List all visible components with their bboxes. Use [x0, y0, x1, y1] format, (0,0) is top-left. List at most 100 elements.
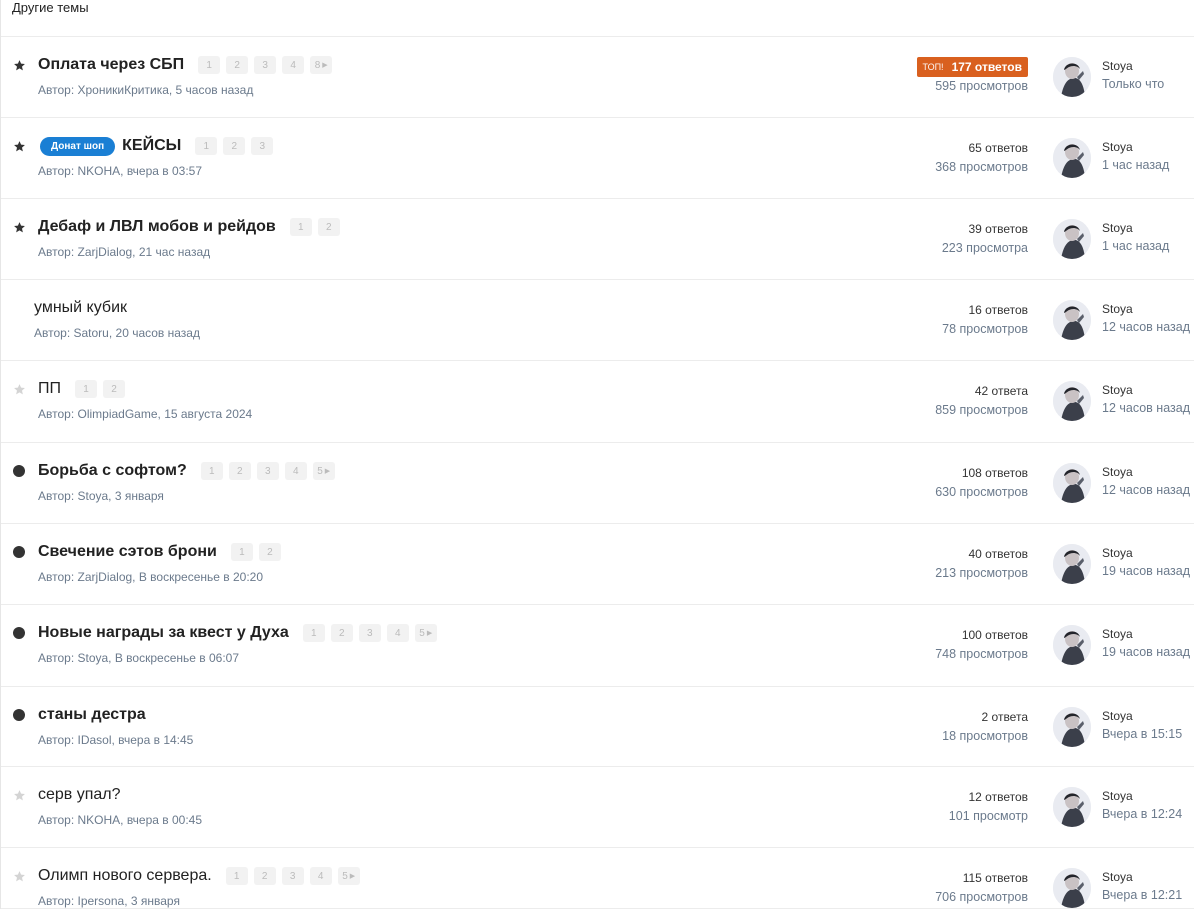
page-link[interactable]: 3 — [256, 462, 279, 480]
page-link[interactable]: 2 — [253, 867, 276, 885]
last-post-time[interactable]: Вчера в 12:24 — [1102, 805, 1182, 823]
page-link[interactable]: 1 — [225, 867, 248, 885]
avatar[interactable] — [1053, 138, 1091, 178]
topic-row[interactable]: Донат шоп КЕЙСЫ 1 2 3 Автор: NKOHA, вчера в 0… — [1, 118, 1194, 199]
topic-prefix-badge[interactable]: Донат шоп — [40, 136, 116, 156]
page-link[interactable]: 2 — [258, 543, 281, 561]
topic-title-link[interactable]: умный кубик — [34, 299, 127, 317]
topic-title-link[interactable]: Олимп нового сервера. — [38, 867, 212, 885]
replies-count: 42 ответа — [974, 384, 1028, 398]
last-post-time[interactable]: 12 часов назад — [1102, 318, 1190, 336]
topic-title-link[interactable]: Борьба с софтом? — [38, 462, 187, 480]
page-link[interactable]: 1 — [195, 137, 218, 155]
page-link[interactable]: 2 — [228, 462, 251, 480]
topic-title-link[interactable]: Свечение сэтов брони — [38, 543, 217, 561]
star-outline-icon[interactable] — [12, 788, 26, 802]
last-post-time[interactable]: 12 часов назад — [1102, 481, 1190, 499]
topic-title-link[interactable]: станы дестра — [38, 706, 146, 724]
page-link[interactable]: 4 — [284, 462, 307, 480]
topic-row[interactable]: серв упал? Автор: NKOHA, вчера в 00:45 12 … — [1, 767, 1194, 848]
page-link[interactable]: 2 — [330, 624, 353, 642]
last-post-user[interactable]: Stoya — [1102, 625, 1190, 643]
topic-pagination: 1 2 3 4 5 ▶ — [200, 462, 341, 480]
page-link[interactable]: 3 — [281, 867, 304, 885]
topic-title-link[interactable]: ПП — [38, 380, 61, 398]
topic-title-link[interactable]: Новые награды за квест у Духа — [38, 624, 289, 642]
page-link[interactable]: 2 — [317, 218, 340, 236]
last-post-user[interactable]: Stoya — [1102, 219, 1169, 237]
topic-stats: 108 ответов 630 просмотров — [935, 464, 1028, 502]
topic-row[interactable]: умный кубик Автор: Satoru, 20 часов назад… — [1, 280, 1194, 361]
star-outline-icon[interactable] — [12, 869, 26, 883]
last-post-user[interactable]: Stoya — [1102, 544, 1190, 562]
page-link[interactable]: 5 ▶ — [312, 462, 335, 480]
avatar[interactable] — [1053, 300, 1091, 340]
topic-title-link[interactable]: Оплата через СБП — [38, 56, 184, 74]
star-outline-icon[interactable] — [12, 382, 26, 396]
avatar[interactable] — [1053, 707, 1091, 747]
last-post-time[interactable]: 19 часов назад — [1102, 643, 1190, 661]
page-link[interactable]: 5 ▶ — [414, 624, 437, 642]
last-post-time[interactable]: Вчера в 15:15 — [1102, 725, 1182, 743]
star-filled-icon[interactable] — [12, 139, 26, 153]
last-post-time[interactable]: Вчера в 12:21 — [1102, 886, 1182, 904]
topic-row[interactable]: Свечение сэтов брони 1 2 Автор: ZarjDialog,… — [1, 524, 1194, 605]
avatar[interactable] — [1053, 57, 1091, 97]
last-post-time[interactable]: 1 час назад — [1102, 237, 1169, 255]
caret-right-icon: ▶ — [324, 468, 331, 475]
topic-title-link[interactable]: серв упал? — [38, 786, 121, 804]
views-count: 748 просмотров — [935, 647, 1028, 661]
page-link[interactable]: 1 — [230, 543, 253, 561]
last-post-time[interactable]: 1 час назад — [1102, 156, 1169, 174]
page-link[interactable]: 1 — [289, 218, 312, 236]
avatar[interactable] — [1053, 544, 1091, 584]
last-post-user[interactable]: Stoya — [1102, 868, 1182, 886]
last-post-user[interactable]: Stoya — [1102, 138, 1169, 156]
last-post-user[interactable]: Stoya — [1102, 463, 1190, 481]
last-post-user[interactable]: Stoya — [1102, 57, 1164, 75]
avatar[interactable] — [1053, 868, 1091, 908]
topic-title-link[interactable]: Дебаф и ЛВЛ мобов и рейдов — [38, 218, 276, 236]
page-link[interactable]: 3 — [254, 56, 277, 74]
avatar[interactable] — [1053, 625, 1091, 665]
last-post-user[interactable]: Stoya — [1102, 300, 1190, 318]
last-post-time[interactable]: Только что — [1102, 75, 1164, 93]
page-link[interactable]: 2 — [103, 380, 125, 398]
page-link[interactable]: 8 ▶ — [310, 56, 333, 74]
topic-row[interactable]: Дебаф и ЛВЛ мобов и рейдов 1 2 Автор: ZarjD… — [1, 199, 1194, 280]
topic-row[interactable]: Новые награды за квест у Духа 1 2 3 4 5 ▶ Автор… — [1, 605, 1194, 687]
last-post-time[interactable]: 19 часов назад — [1102, 562, 1190, 580]
star-filled-icon[interactable] — [12, 58, 26, 72]
avatar[interactable] — [1053, 463, 1091, 503]
page-link[interactable]: 1 — [75, 380, 97, 398]
topic-title-link[interactable]: КЕЙСЫ — [122, 137, 181, 155]
replies-count: ТОП! 177 ответов — [917, 57, 1028, 77]
last-post-user[interactable]: Stoya — [1102, 381, 1190, 399]
last-post-time[interactable]: 12 часов назад — [1102, 399, 1190, 417]
topic-row[interactable]: Борьба с софтом? 1 2 3 4 5 ▶ Автор: Stoya, 3 ян… — [1, 443, 1194, 524]
page-link[interactable]: 1 — [198, 56, 221, 74]
page-link[interactable]: 4 — [282, 56, 305, 74]
page-link[interactable]: 2 — [226, 56, 249, 74]
page-link[interactable]: 2 — [223, 137, 246, 155]
page-link[interactable]: 1 — [200, 462, 223, 480]
page-link[interactable]: 4 — [309, 867, 332, 885]
avatar[interactable] — [1053, 219, 1091, 259]
page-link[interactable]: 3 — [358, 624, 381, 642]
views-count: 213 просмотров — [935, 566, 1028, 580]
topic-pagination: 12 — [230, 543, 287, 561]
last-post-user[interactable]: Stoya — [1102, 787, 1182, 805]
page-link[interactable]: 1 — [302, 624, 325, 642]
avatar[interactable] — [1053, 787, 1091, 827]
star-filled-icon[interactable] — [12, 220, 26, 234]
avatar[interactable] — [1053, 381, 1091, 421]
topic-row[interactable]: ПП 1 2 Автор: OlimpiadGame, 15 августа 2024… — [1, 361, 1194, 443]
topic-author-meta: Автор: OlimpiadGame, 15 августа 2024 — [38, 407, 253, 421]
topic-row[interactable]: станы дестра Автор: IDasol, вчера в 14:45… — [1, 687, 1194, 767]
topic-row[interactable]: Олимп нового сервера. 1 2 3 4 5 ▶ Автор: Iperso… — [1, 848, 1194, 909]
topic-row[interactable]: Оплата через СБП 1 2 3 4 8 ▶ Автор: ХроникиКрит… — [1, 37, 1194, 118]
page-link[interactable]: 3 — [251, 137, 274, 155]
page-link[interactable]: 5 ▶ — [337, 867, 360, 885]
page-link[interactable]: 4 — [386, 624, 409, 642]
last-post-user[interactable]: Stoya — [1102, 707, 1182, 725]
